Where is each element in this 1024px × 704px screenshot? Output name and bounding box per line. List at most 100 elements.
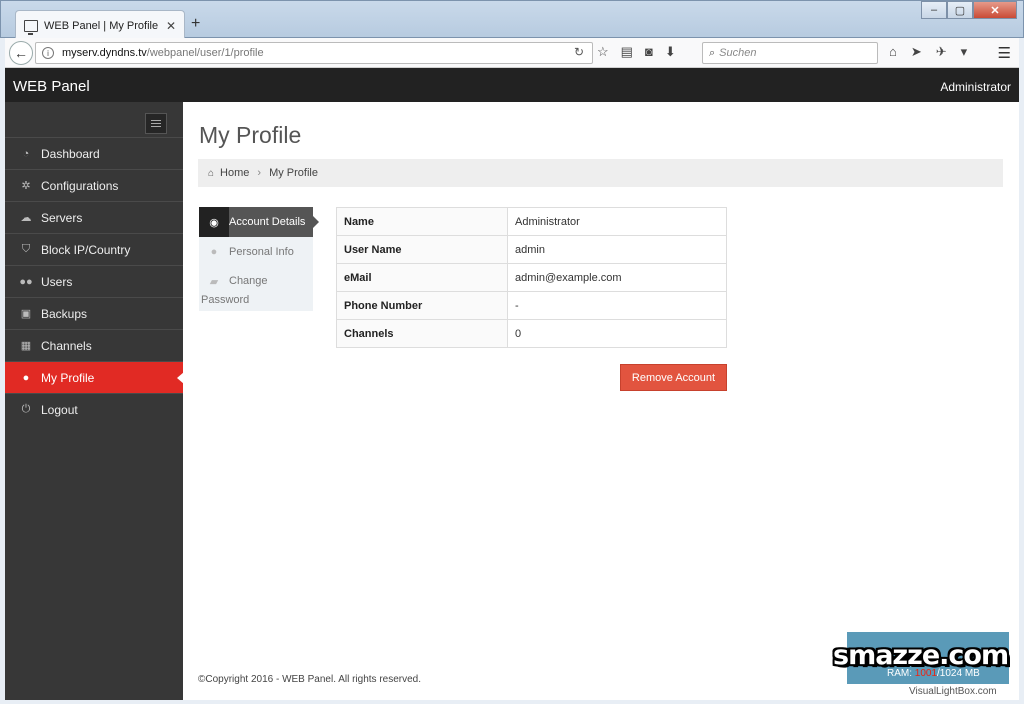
users-icon: ●●	[19, 275, 33, 288]
window-controls: – ▢ ✕	[921, 1, 1017, 19]
sidebar-item-label: Servers	[41, 210, 83, 225]
home-icon[interactable]: ⌂	[889, 44, 897, 60]
archive-icon: ▣	[20, 308, 32, 320]
sidebar-item-dashboard[interactable]: ◔ Dashboard	[5, 137, 183, 169]
home-icon: ⌂	[208, 167, 215, 179]
gear-icon: ✲	[21, 180, 31, 192]
table-row: User Name admin	[336, 235, 727, 264]
browser-tab[interactable]: WEB Panel | My Profile ✕	[15, 10, 185, 40]
sidebar-item-label: Configurations	[41, 178, 119, 193]
sidebar-item-label: Channels	[41, 338, 92, 353]
field-label: User Name	[336, 235, 508, 264]
table-row: Channels 0	[336, 319, 727, 348]
lock-icon: ▰	[209, 275, 219, 288]
sidebar-item-users[interactable]: ●● Users	[5, 265, 183, 297]
breadcrumb: ⌂ Home › My Profile	[198, 159, 1003, 187]
tab-label: Personal Info	[229, 246, 294, 258]
hamburger-menu-icon[interactable]: ☰	[998, 44, 1011, 62]
sidebar-item-label: Users	[41, 274, 73, 289]
sidebar-item-block-ip[interactable]: ⛉ Block IP/Country	[5, 233, 183, 265]
dropdown-icon[interactable]: ▾	[961, 44, 968, 60]
sidebar-item-configurations[interactable]: ✲ Configurations	[5, 169, 183, 201]
tab-label: Account Details	[229, 216, 306, 228]
send-icon[interactable]: ➤	[911, 44, 922, 60]
table-row: Phone Number -	[336, 291, 727, 320]
chevron-right-icon: ›	[257, 167, 262, 179]
minimize-button[interactable]: –	[921, 1, 947, 19]
field-value: Administrator	[507, 207, 727, 236]
user-icon: ●	[210, 246, 218, 258]
reading-list-icon[interactable]: ▤	[621, 44, 633, 60]
sidebar-item-servers[interactable]: ☁ Servers	[5, 201, 183, 233]
watermark-site: VisualLightBox.com	[909, 686, 997, 697]
download-icon[interactable]: ⬇	[665, 44, 676, 60]
field-label: Phone Number	[336, 291, 508, 320]
footer-copyright: ©Copyright 2016 - WEB Panel. All rights …	[198, 674, 422, 685]
profile-tabs: ◉ Account Details ● Personal Info ▰ Chan…	[199, 207, 319, 311]
field-value: 0	[507, 319, 727, 348]
back-button[interactable]: ←	[9, 41, 33, 65]
sidebar-item-label: Backups	[41, 306, 88, 321]
user-menu[interactable]: Administrator	[940, 80, 1011, 94]
sidebar-item-label: Block IP/Country	[41, 242, 131, 257]
power-icon: ⏻	[21, 403, 31, 415]
eye-icon: ◉	[199, 207, 229, 237]
extension-icon[interactable]: ✈	[936, 44, 947, 60]
sidebar: ◔ Dashboard ✲ Configurations ☁ Servers ⛉…	[5, 102, 184, 700]
url-path: /webpanel/user/1/profile	[146, 47, 264, 59]
account-details-table: Name Administrator User Name admin eMail…	[336, 207, 727, 348]
sidebar-item-label: My Profile	[41, 370, 95, 385]
tab-change-password[interactable]: ▰ Change Password	[199, 267, 313, 311]
field-label: Name	[336, 207, 508, 236]
pocket-icon[interactable]: ◙	[645, 44, 653, 60]
remove-account-button[interactable]: Remove Account	[620, 364, 727, 391]
dashboard-icon: ◔	[22, 147, 30, 160]
url-host: myserv.dyndns.tv	[62, 47, 147, 59]
main-content: My Profile ⌂ Home › My Profile ◉ Account…	[183, 102, 1019, 700]
sidebar-toggle-button[interactable]	[145, 113, 167, 134]
field-label: Channels	[336, 319, 508, 348]
search-placeholder: Suchen	[719, 47, 757, 59]
breadcrumb-current: My Profile	[269, 167, 318, 179]
table-row: Name Administrator	[336, 207, 727, 236]
address-bar[interactable]: i myserv.dyndns.tv/webpanel/user/1/profi…	[35, 42, 593, 64]
breadcrumb-home-link[interactable]: Home	[220, 167, 249, 179]
reload-icon[interactable]: ↻	[574, 45, 584, 59]
page-title: My Profile	[199, 122, 302, 148]
table-row: eMail admin@example.com	[336, 263, 727, 292]
tab-title: WEB Panel | My Profile	[44, 19, 159, 32]
window-titlebar: WEB Panel | My Profile ✕ + – ▢ ✕	[0, 0, 1024, 40]
monitor-icon	[24, 19, 38, 35]
browser-toolbar: ← i myserv.dyndns.tv/webpanel/user/1/pro…	[5, 38, 1019, 68]
watermark-logo: smazze.com	[833, 640, 1009, 671]
shield-icon: ⛉	[21, 243, 31, 255]
bookmark-star-icon[interactable]: ☆	[597, 44, 609, 60]
user-icon: ●	[22, 371, 30, 384]
film-icon: ▦	[20, 340, 32, 352]
sidebar-item-backups[interactable]: ▣ Backups	[5, 297, 183, 329]
tab-personal-info[interactable]: ● Personal Info	[199, 237, 313, 267]
app-header: WEB Panel Administrator	[5, 68, 1019, 102]
field-value: -	[507, 291, 727, 320]
tab-label: Change	[229, 275, 268, 287]
close-tab-icon[interactable]: ✕	[166, 19, 176, 33]
cloud-icon: ☁	[20, 212, 32, 224]
tab-account-details[interactable]: ◉ Account Details	[199, 207, 319, 237]
sidebar-item-channels[interactable]: ▦ Channels	[5, 329, 183, 361]
new-tab-button[interactable]: +	[191, 15, 200, 33]
sidebar-item-logout[interactable]: ⏻ Logout	[5, 393, 183, 425]
search-input[interactable]: ⌕ Suchen	[702, 42, 878, 64]
brand-title[interactable]: WEB Panel	[13, 78, 90, 95]
field-label: eMail	[336, 263, 508, 292]
sidebar-item-label: Dashboard	[41, 146, 100, 161]
tab-label: Password	[201, 294, 250, 306]
sidebar-item-label: Logout	[41, 402, 78, 417]
toolbar-icons: ☆ ▤ ◙ ⬇	[597, 44, 676, 60]
toolbar-icons-right: ⌂ ➤ ✈ ▾	[889, 44, 967, 60]
field-value: admin	[507, 235, 727, 264]
sidebar-item-my-profile[interactable]: ● My Profile	[5, 361, 184, 393]
field-value: admin@example.com	[507, 263, 727, 292]
maximize-button[interactable]: ▢	[947, 1, 973, 19]
info-icon[interactable]: i	[42, 47, 54, 59]
close-window-button[interactable]: ✕	[973, 1, 1017, 19]
